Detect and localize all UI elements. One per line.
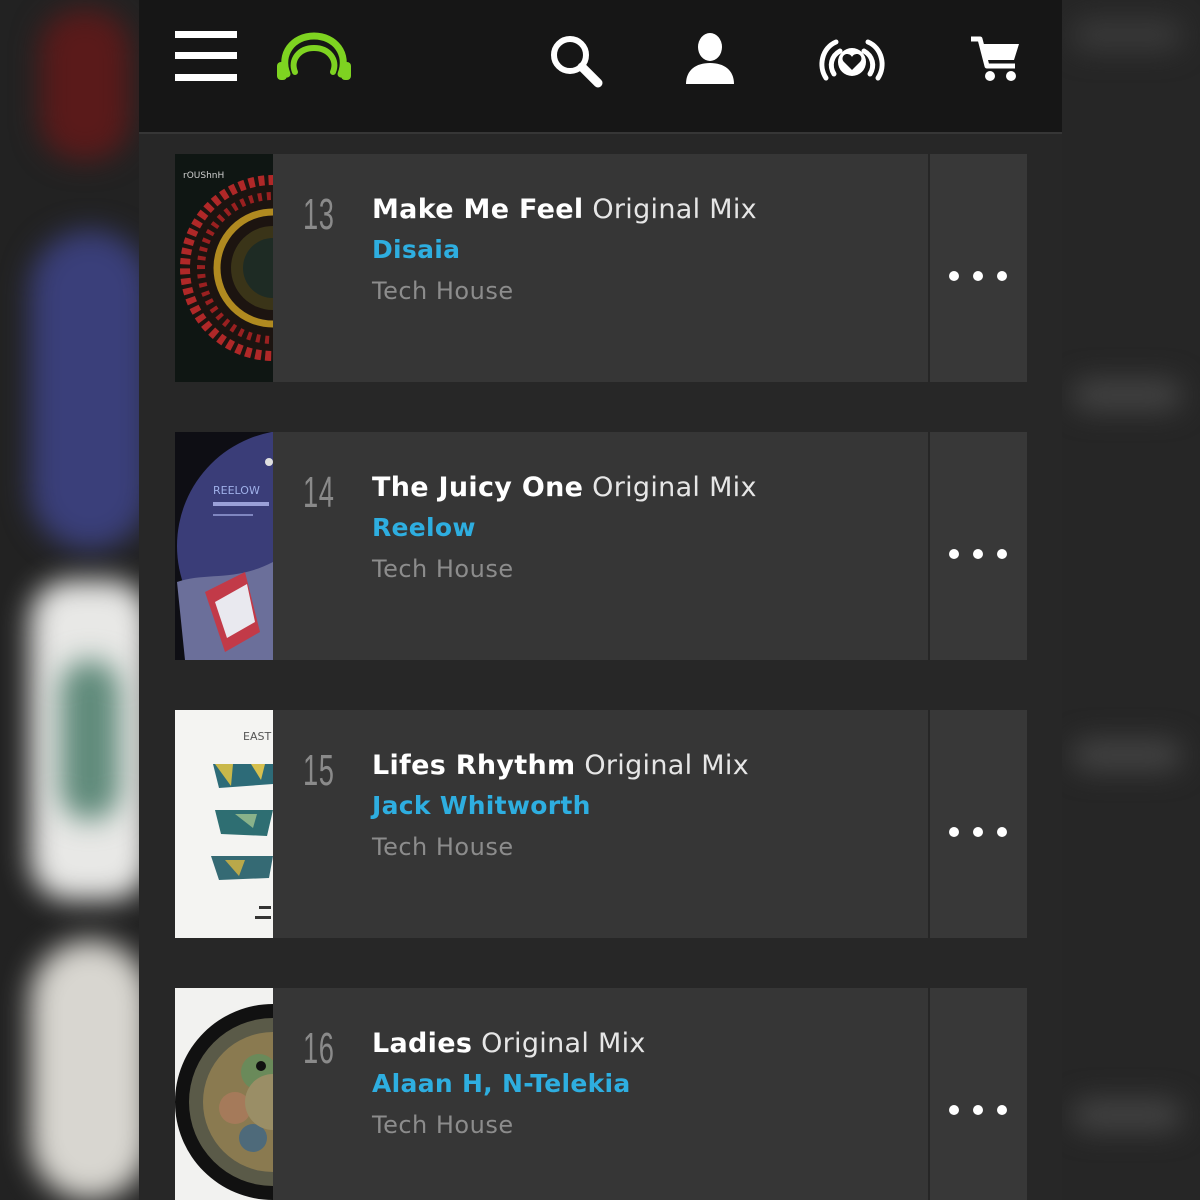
user-icon[interactable] (684, 32, 736, 86)
artwork-label: rOUShnH (183, 171, 224, 181)
track-title[interactable]: Make Me Feel Original Mix (372, 194, 757, 225)
top-nav-bar (139, 0, 1062, 134)
track-artist-link[interactable]: Reelow (372, 513, 476, 542)
track-row[interactable]: 16 Ladies Original Mix Alaan H, N-Teleki… (175, 988, 1027, 1200)
blurred-background-right (1062, 0, 1200, 1200)
track-mix: Original Mix (592, 194, 757, 225)
more-options-button[interactable] (928, 432, 1027, 660)
search-icon[interactable] (549, 34, 603, 88)
chart-position: 15 (303, 746, 335, 795)
more-options-button[interactable] (928, 154, 1027, 382)
track-genre[interactable]: Tech House (372, 1111, 514, 1139)
track-artwork[interactable] (175, 988, 273, 1200)
track-artist-link[interactable]: Jack Whitworth (372, 791, 591, 820)
track-artwork[interactable]: rOUShnH (175, 154, 273, 382)
beatport-logo-icon[interactable] (273, 30, 355, 82)
more-options-icon (949, 271, 1009, 283)
track-artwork[interactable]: EAST (175, 710, 273, 938)
artwork-label: REELOW (213, 484, 260, 497)
track-title[interactable]: Ladies Original Mix (372, 1028, 646, 1059)
more-options-icon (949, 827, 1009, 839)
track-name: Ladies (372, 1028, 473, 1059)
cart-icon[interactable] (969, 34, 1023, 84)
more-options-button[interactable] (928, 988, 1027, 1200)
track-mix: Original Mix (481, 1028, 646, 1059)
track-name: Lifes Rhythm (372, 750, 576, 781)
track-mix: Original Mix (584, 750, 749, 781)
chart-position: 16 (303, 1024, 335, 1073)
more-options-button[interactable] (928, 710, 1027, 938)
artwork-label: EAST (243, 730, 271, 743)
heart-broadcast-icon[interactable] (816, 36, 888, 86)
track-genre[interactable]: Tech House (372, 277, 514, 305)
more-options-icon (949, 549, 1009, 561)
track-artwork[interactable]: REELOW (175, 432, 273, 660)
track-genre[interactable]: Tech House (372, 833, 514, 861)
track-row[interactable]: EAST 15 Lifes Rhythm Original Mix Jack W… (175, 710, 1027, 938)
chart-position: 13 (303, 190, 335, 239)
hamburger-menu-icon[interactable] (175, 31, 237, 81)
track-artist-link[interactable]: Disaia (372, 235, 460, 264)
more-options-icon (949, 1105, 1009, 1117)
blurred-background-left (0, 0, 139, 1200)
track-row[interactable]: rOUShnH 13 Make Me Feel Original Mix Dis… (175, 154, 1027, 382)
track-genre[interactable]: Tech House (372, 555, 514, 583)
track-mix: Original Mix (592, 472, 757, 503)
track-name: Make Me Feel (372, 194, 584, 225)
track-title[interactable]: The Juicy One Original Mix (372, 472, 757, 503)
chart-position: 14 (303, 468, 335, 517)
track-title[interactable]: Lifes Rhythm Original Mix (372, 750, 749, 781)
track-artist-link[interactable]: Alaan H, N-Telekia (372, 1069, 631, 1098)
app-screen: rOUShnH 13 Make Me Feel Original Mix Dis… (139, 0, 1062, 1200)
track-name: The Juicy One (372, 472, 584, 503)
track-row[interactable]: REELOW 14 The Juicy One Original Mix Ree… (175, 432, 1027, 660)
